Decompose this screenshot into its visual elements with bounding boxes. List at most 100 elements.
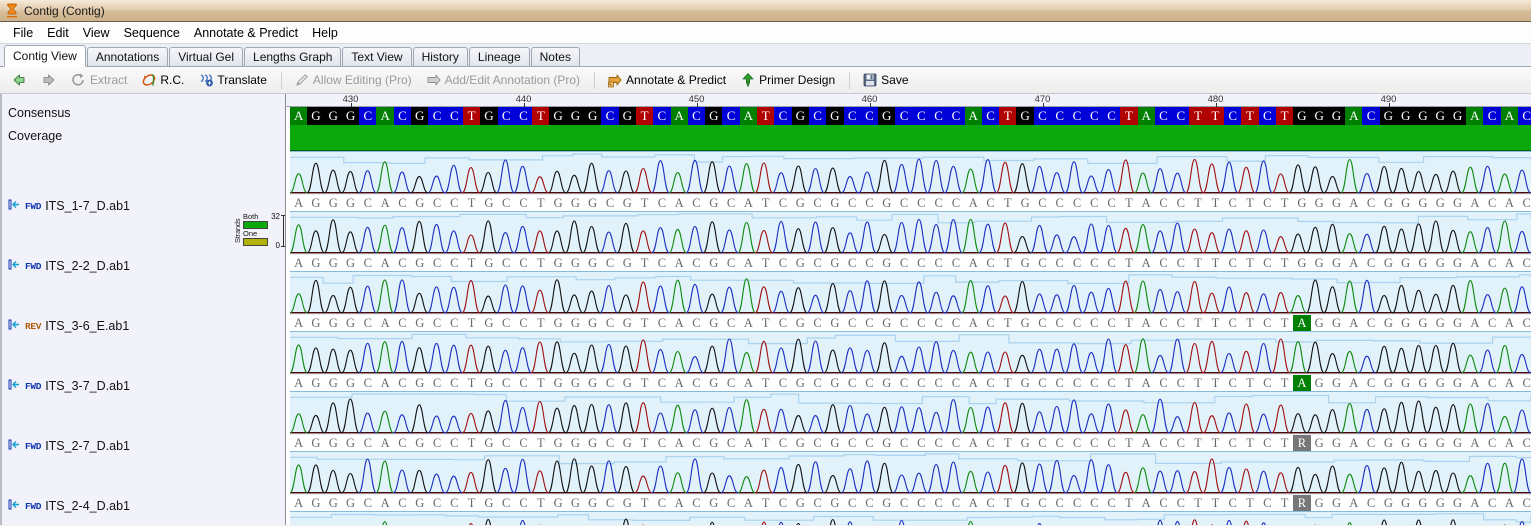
read-base[interactable]: A [740, 195, 757, 211]
read-base[interactable]: G [342, 255, 359, 271]
read-base[interactable]: C [1518, 315, 1531, 331]
read-base[interactable]: G [1449, 195, 1466, 211]
read-base[interactable]: C [861, 195, 878, 211]
read-base[interactable]: C [947, 315, 964, 331]
read-base[interactable]: T [1120, 375, 1137, 391]
read-base[interactable]: C [1172, 315, 1189, 331]
read-base[interactable]: C [1172, 495, 1189, 511]
consensus-base[interactable]: G [584, 107, 602, 125]
read-base[interactable]: C [895, 255, 912, 271]
consensus-base[interactable]: G [1414, 107, 1432, 125]
read-base[interactable]: G [1397, 495, 1414, 511]
read-base[interactable]: G [1293, 255, 1310, 271]
read-base[interactable]: C [844, 255, 861, 271]
read-base[interactable]: C [601, 315, 618, 331]
tab-history[interactable]: History [412, 47, 468, 66]
trace-row[interactable]: AGGGCACGCCTGCCTGGGCGTCACGCATCGCGCCGCCCCA… [286, 391, 1531, 451]
read-base[interactable]: G [325, 315, 342, 331]
read-base[interactable]: C [809, 315, 826, 331]
read-base[interactable]: C [1103, 495, 1120, 511]
consensus-base[interactable]: G [618, 107, 636, 125]
read-base[interactable]: A [740, 495, 757, 511]
consensus-base[interactable]: C [601, 107, 619, 125]
read-base[interactable]: C [428, 375, 445, 391]
tab-lengths-graph[interactable]: Lengths Graph [244, 47, 342, 66]
read-base[interactable]: A [1345, 495, 1362, 511]
read-base[interactable]: C [394, 435, 411, 451]
read-base[interactable]: A [965, 195, 982, 211]
read-base[interactable]: G [584, 255, 601, 271]
menu-item-annotate-predict[interactable]: Annotate & Predict [187, 24, 305, 42]
read-base[interactable]: T [1241, 315, 1258, 331]
read-base[interactable]: C [1518, 375, 1531, 391]
read-base[interactable]: G [584, 495, 601, 511]
read-base[interactable]: C [515, 435, 532, 451]
consensus-base[interactable]: G [1310, 107, 1328, 125]
read-base[interactable]: G [325, 195, 342, 211]
tab-virtual-gel[interactable]: Virtual Gel [169, 47, 244, 66]
read-base[interactable]: C [809, 435, 826, 451]
trace-row[interactable]: AGGGCACGCCTGCCTGGGCGTCACGCATCGCGCCGCCCCA… [286, 331, 1531, 391]
read-base[interactable]: A [1501, 315, 1518, 331]
read-base[interactable]: A [1138, 315, 1155, 331]
read-base[interactable]: C [947, 435, 964, 451]
read-base[interactable]: C [1034, 495, 1051, 511]
read-base[interactable]: G [342, 495, 359, 511]
read-base[interactable]: G [1016, 495, 1033, 511]
read-base[interactable]: G [1414, 195, 1431, 211]
read-base[interactable]: C [1172, 375, 1189, 391]
read-base[interactable]: C [688, 435, 705, 451]
read-base[interactable]: C [688, 315, 705, 331]
read-base[interactable]: G [1449, 375, 1466, 391]
read-base[interactable]: C [1103, 315, 1120, 331]
consensus-base[interactable]: T [1189, 107, 1207, 125]
menu-item-view[interactable]: View [76, 24, 117, 42]
read-base[interactable]: T [636, 495, 653, 511]
read-base[interactable]: C [498, 435, 515, 451]
read-base[interactable]: C [428, 255, 445, 271]
read-base[interactable]: G [1397, 315, 1414, 331]
consensus-base[interactable]: C [445, 107, 463, 125]
read-base[interactable]: G [705, 435, 722, 451]
read-base[interactable]: C [1224, 495, 1241, 511]
read-base[interactable]: A [965, 375, 982, 391]
consensus-base[interactable]: C [1068, 107, 1086, 125]
read-base[interactable]: T [463, 255, 480, 271]
read-base[interactable]: C [1362, 255, 1379, 271]
menu-item-file[interactable]: File [6, 24, 40, 42]
read-base[interactable]: T [1241, 255, 1258, 271]
read-base[interactable]: A [1345, 255, 1362, 271]
consensus-base[interactable]: G [307, 107, 325, 125]
consensus-base[interactable]: G [1379, 107, 1397, 125]
tab-lineage[interactable]: Lineage [468, 47, 530, 66]
read-base[interactable]: T [532, 255, 549, 271]
read-base[interactable]: G [1449, 435, 1466, 451]
read-base[interactable]: T [1241, 375, 1258, 391]
read-base[interactable]: C [515, 255, 532, 271]
consensus-base[interactable]: T [1241, 107, 1259, 125]
read-base[interactable]: C [947, 375, 964, 391]
read-base[interactable]: G [480, 375, 497, 391]
read-base[interactable]: C [861, 435, 878, 451]
read-base[interactable]: G [1432, 435, 1449, 451]
read-base[interactable]: C [982, 315, 999, 331]
read-base-highlighted[interactable]: A [1293, 375, 1311, 391]
alignment-pane[interactable]: 430440450460470480490500 AGGGCACGCCTGCCT… [286, 94, 1531, 525]
read-base[interactable]: T [463, 495, 480, 511]
read-base[interactable]: C [809, 495, 826, 511]
read-base[interactable]: G [1432, 195, 1449, 211]
read-base[interactable]: G [549, 375, 566, 391]
read-base[interactable]: G [1432, 375, 1449, 391]
consensus-base[interactable]: C [895, 107, 913, 125]
read-base[interactable]: G [480, 195, 497, 211]
consensus-base[interactable]: C [1154, 107, 1173, 125]
track-row-its-3-7-d[interactable]: FWD ITS_3-7_D.ab1 [8, 379, 130, 393]
read-base[interactable]: C [861, 375, 878, 391]
read-base[interactable]: A [376, 255, 393, 271]
read-base[interactable]: G [549, 195, 566, 211]
consensus-base[interactable]: C [1102, 107, 1121, 125]
tab-notes[interactable]: Notes [530, 47, 580, 66]
read-base[interactable]: T [757, 255, 774, 271]
read-base[interactable]: G [584, 195, 601, 211]
read-base[interactable]: C [1086, 195, 1103, 211]
